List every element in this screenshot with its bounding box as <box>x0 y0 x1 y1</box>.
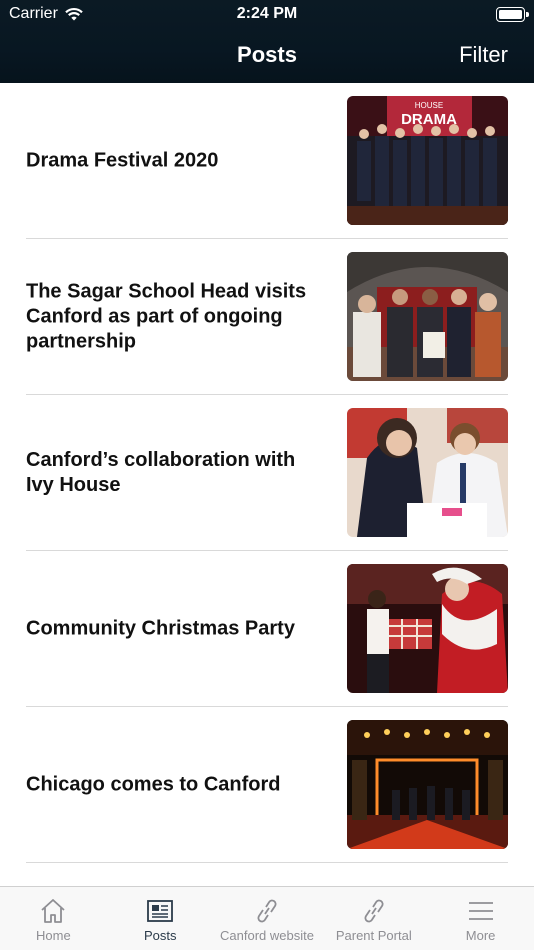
post-item[interactable]: Chicago comes to Canford <box>26 707 508 863</box>
tab-more[interactable]: More <box>427 887 534 950</box>
post-item[interactable]: Canford’s collaboration with Ivy House <box>26 395 508 551</box>
ivy-house-collaboration-photo <box>347 408 508 537</box>
battery-icon <box>496 7 529 22</box>
newspaper-icon <box>147 900 174 922</box>
post-title: Canford’s collaboration with Ivy House <box>26 448 296 496</box>
tab-bar: Home Posts Canford website Parent Portal… <box>0 886 534 950</box>
tab-label: Posts <box>143 928 177 943</box>
tab-parent-portal[interactable]: Parent Portal <box>320 887 427 950</box>
tab-label: Parent Portal <box>335 928 412 943</box>
post-title: Community Christmas Party <box>26 617 295 639</box>
hamburger-icon <box>468 902 493 920</box>
post-item[interactable]: Drama Festival 2020 HOUSE DRAMA <box>26 83 508 239</box>
drama-festival-photo: HOUSE DRAMA <box>347 96 508 225</box>
tab-posts[interactable]: Posts <box>107 887 214 950</box>
tab-canford-website[interactable]: Canford website <box>214 887 321 950</box>
post-item[interactable]: The Sagar School Head visits Canford as … <box>26 239 508 395</box>
status-bar: Carrier 2:24 PM <box>0 4 534 26</box>
tab-label: Canford website <box>220 928 314 943</box>
svg-text:HOUSE: HOUSE <box>415 101 443 110</box>
navigation-bar: Carrier 2:24 PM Posts Filter <box>0 0 534 83</box>
sagar-school-visit-photo <box>347 252 508 381</box>
tab-label: Home <box>36 928 71 943</box>
post-title: The Sagar School Head visits Canford as … <box>26 280 307 352</box>
post-item[interactable]: Community Christmas Party <box>26 551 508 707</box>
chicago-stage-photo <box>347 720 508 849</box>
link-icon <box>257 899 277 923</box>
svg-text:DRAMA: DRAMA <box>401 111 457 128</box>
page-title: Posts <box>237 42 297 67</box>
home-icon <box>41 899 65 923</box>
tab-label: More <box>465 928 496 943</box>
christmas-party-photo <box>347 564 508 693</box>
status-time: 2:24 PM <box>236 5 298 22</box>
link-icon <box>364 899 384 923</box>
post-title: Drama Festival 2020 <box>26 149 219 171</box>
post-title: Chicago comes to Canford <box>26 773 281 795</box>
posts-list[interactable]: Drama Festival 2020 HOUSE DRAMA The Saga… <box>0 83 534 886</box>
tab-home[interactable]: Home <box>0 887 107 950</box>
filter-button[interactable]: Filter <box>459 42 508 68</box>
